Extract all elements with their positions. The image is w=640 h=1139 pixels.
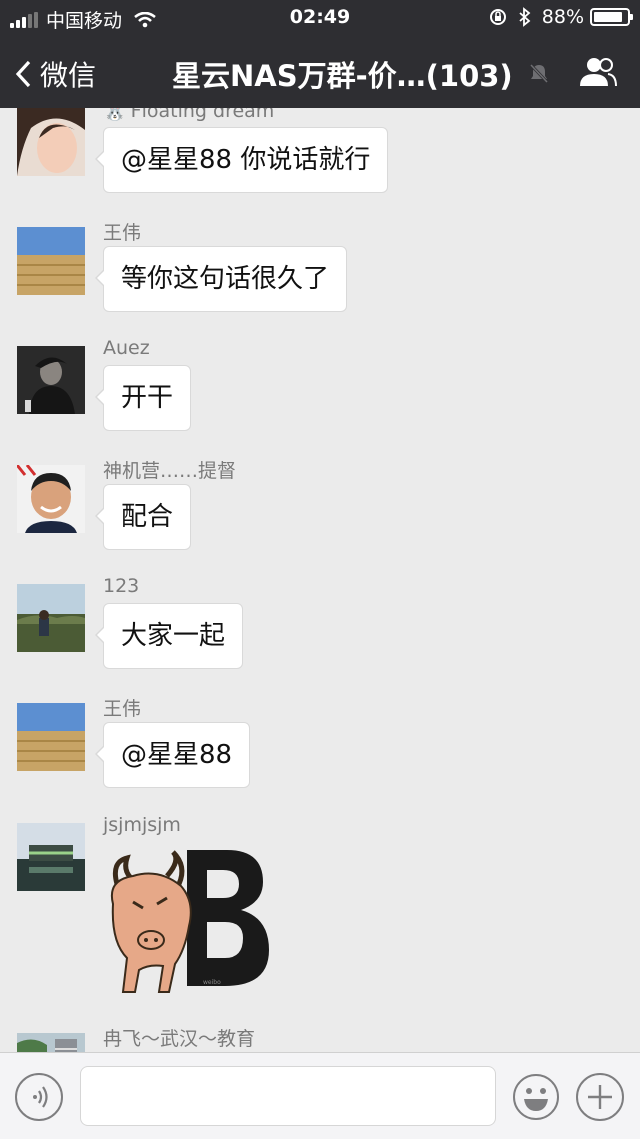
back-button[interactable]: 微信 bbox=[14, 54, 96, 94]
message-bubble[interactable]: @星星88 bbox=[94, 722, 251, 788]
sender-name: 王伟 bbox=[103, 222, 142, 244]
top-bar: 中国移动 02:49 88% 微信 星云NAS万群-价…(103) bbox=[0, 0, 640, 108]
battery-percent: 88% bbox=[541, 6, 584, 28]
message-bubble[interactable]: 开干 bbox=[94, 365, 192, 431]
group-members-icon[interactable] bbox=[578, 56, 618, 88]
chevron-left-icon bbox=[15, 60, 31, 88]
sender-name: 王伟 bbox=[103, 698, 142, 720]
sender-name: 冉飞～武汉～教育 bbox=[103, 1028, 256, 1050]
sender-name: 123 bbox=[103, 575, 140, 597]
emoji-icon bbox=[513, 1074, 559, 1120]
avatar[interactable] bbox=[17, 346, 85, 414]
avatar-photo bbox=[17, 465, 85, 533]
avatar-photo bbox=[17, 584, 85, 652]
emoji-button[interactable] bbox=[512, 1073, 560, 1121]
avatar-photo bbox=[17, 227, 85, 295]
message-bubble[interactable]: 等你这句话很久了 bbox=[94, 246, 348, 312]
svg-text:weibo: weibo bbox=[203, 979, 221, 986]
sender-name: jsjmjsjm bbox=[103, 814, 181, 836]
avatar[interactable] bbox=[17, 1033, 85, 1052]
more-options-button[interactable] bbox=[576, 1073, 624, 1121]
orientation-lock-icon bbox=[489, 9, 506, 25]
avatar[interactable] bbox=[17, 465, 85, 533]
sender-name: Auez bbox=[103, 337, 150, 359]
avatar-photo bbox=[17, 1033, 85, 1052]
avatar[interactable] bbox=[17, 823, 85, 891]
voice-icon bbox=[33, 1086, 48, 1108]
avatar[interactable] bbox=[17, 703, 85, 771]
plus-icon bbox=[588, 1085, 612, 1109]
sender-name: 🐰 Floating dream bbox=[103, 108, 274, 122]
bluetooth-icon bbox=[519, 7, 531, 27]
message-bubble[interactable]: 配合 bbox=[94, 484, 192, 550]
status-bar: 中国移动 02:49 88% bbox=[0, 0, 640, 36]
message-input[interactable] bbox=[80, 1066, 496, 1126]
message-bubble[interactable]: 大家一起 bbox=[94, 603, 244, 669]
mute-icon bbox=[529, 63, 549, 84]
sender-name: 神机营……提督 bbox=[103, 460, 237, 482]
battery-icon bbox=[590, 8, 633, 26]
voice-input-button[interactable] bbox=[15, 1073, 63, 1121]
back-label: 微信 bbox=[40, 59, 97, 92]
input-bar bbox=[0, 1052, 640, 1139]
chat-title: 星云NAS万群-价…(103) bbox=[172, 59, 513, 93]
nav-bar: 微信 星云NAS万群-价…(103) bbox=[0, 36, 640, 108]
avatar-photo bbox=[17, 346, 85, 414]
bull-b-sticker[interactable]: weibo bbox=[103, 846, 273, 996]
avatar[interactable] bbox=[17, 584, 85, 652]
avatar-photo bbox=[17, 108, 85, 176]
avatar-photo bbox=[17, 823, 85, 891]
avatar[interactable] bbox=[17, 227, 85, 295]
avatar-photo bbox=[17, 703, 85, 771]
message-bubble[interactable]: @星星88 你说话就行 bbox=[94, 127, 389, 193]
message-list[interactable]: 🐰 Floating dream @星星88 你说话就行 王伟 等你这句话很久了 bbox=[0, 108, 640, 1052]
bunny-emoji-icon: 🐰 bbox=[103, 108, 127, 122]
avatar[interactable] bbox=[17, 108, 85, 176]
